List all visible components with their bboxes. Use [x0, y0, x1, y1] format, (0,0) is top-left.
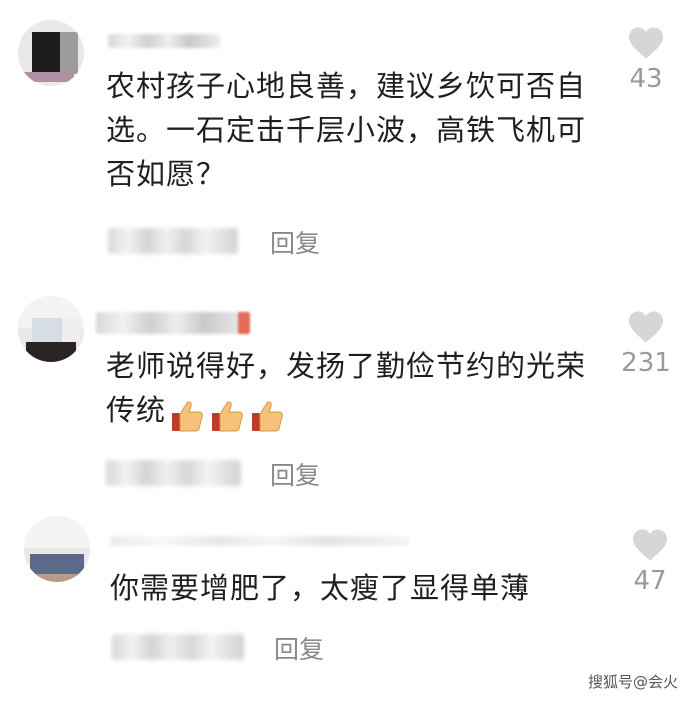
like-count: 43	[629, 64, 663, 94]
avatar[interactable]	[18, 20, 84, 86]
timestamp-blurred	[112, 634, 244, 660]
reply-button[interactable]: 回复	[270, 456, 320, 492]
watermark: 搜狐号@会火	[587, 673, 678, 691]
like-button[interactable]: 43	[616, 26, 676, 94]
like-button[interactable]: 231	[616, 310, 676, 378]
like-count: 231	[621, 348, 671, 378]
comment-text: 你需要增肥了，太瘦了显得单薄	[110, 571, 531, 605]
emoji-row	[170, 392, 290, 436]
username-blurred[interactable]	[110, 536, 410, 546]
heart-icon	[633, 529, 667, 561]
timestamp-blurred	[106, 460, 241, 486]
reply-button[interactable]: 回复	[274, 630, 324, 666]
username-blurred[interactable]	[108, 34, 220, 48]
comment-2: 老师说得好，发扬了勤俭节约的光荣传统 回复 231	[0, 290, 692, 510]
comment-text: 老师说得好，发扬了勤俭节约的光荣传统	[106, 344, 586, 436]
avatar[interactable]	[24, 516, 90, 582]
timestamp-blurred	[108, 228, 238, 254]
thumbs-up-icon	[172, 401, 203, 432]
heart-icon	[629, 27, 663, 59]
comment-1: 农村孩子心地良善，建议乡饮可否自选。一石定击千层小波，高铁飞机可否如愿？ 回复 …	[0, 0, 692, 280]
username-accent	[238, 312, 250, 334]
like-button[interactable]: 47	[620, 528, 680, 596]
thumbs-up-icon	[252, 401, 283, 432]
avatar[interactable]	[18, 296, 84, 362]
heart-icon	[629, 311, 663, 343]
like-count: 47	[633, 566, 667, 596]
username-blurred[interactable]	[96, 312, 246, 334]
reply-button[interactable]: 回复	[270, 224, 320, 260]
thumbs-up-icon	[212, 401, 243, 432]
comment-text: 农村孩子心地良善，建议乡饮可否自选。一石定击千层小波，高铁飞机可否如愿？	[106, 69, 587, 191]
